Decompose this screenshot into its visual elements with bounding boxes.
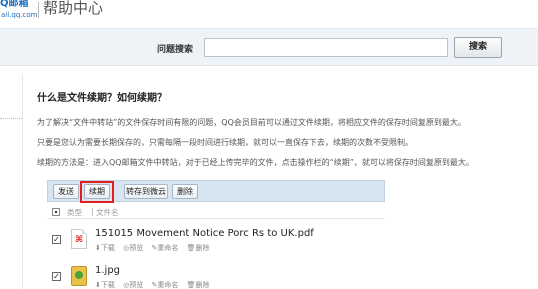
download-link[interactable]: ⬇下载: [95, 281, 115, 289]
save-to-cloud-button[interactable]: 转存到微云: [124, 184, 168, 199]
header-divider: [38, 2, 39, 18]
page-header: Q邮箱 ail.qq.com 帮助中心: [0, 0, 538, 22]
preview-link[interactable]: ◎预览: [123, 244, 143, 252]
file-checkbox[interactable]: ✓: [52, 235, 61, 244]
search-label: 问题搜索: [157, 45, 194, 55]
article-title: 什么是文件续期？如何续期？: [37, 93, 167, 104]
delete-button[interactable]: 删除: [172, 184, 198, 199]
file-actions: ⬇下载 ◎预览 ✎重命名 🗑删除: [95, 243, 215, 253]
image-file-icon: [71, 266, 87, 286]
send-button[interactable]: 发送: [53, 184, 79, 199]
pdf-file-icon: ⌘: [71, 229, 87, 249]
file-checkbox[interactable]: ✓: [52, 272, 61, 281]
select-all-checkbox[interactable]: [52, 208, 60, 216]
file-list-header: 类型 | 文件名: [47, 205, 385, 219]
article-paragraph: 只要是您认为需要长期保存的，只需每隔一段时间进行续期，就可以一直保存下去，续期的…: [37, 138, 413, 147]
flower-icon: [75, 271, 83, 279]
file-row[interactable]: ✓ ⌘ 151015 Movement Notice Porc Rs to UK…: [47, 225, 385, 259]
column-filename: 文件名: [96, 208, 119, 217]
article-paragraph: 为了解决“文件中转站”的文件保存时间有限的问题，QQ会员目前可以通过文件续期，将…: [37, 118, 466, 127]
column-separator: |: [91, 207, 94, 216]
search-input[interactable]: [204, 38, 448, 57]
left-dotted-separator: [0, 118, 22, 119]
logo-domain: ail.qq.com: [1, 11, 38, 19]
renew-highlight-box: [80, 181, 114, 203]
left-column-divider: [22, 74, 23, 289]
pdf-symbol-icon: ⌘: [74, 235, 84, 245]
qq-mail-logo[interactable]: Q邮箱 ail.qq.com: [0, 0, 38, 22]
search-button[interactable]: 搜索: [454, 37, 502, 58]
search-bar: 问题搜索 搜索: [0, 28, 538, 66]
file-row[interactable]: ✓ 1.jpg ⬇下载 ◎预览 ✎重命名 🗑删除: [47, 262, 385, 289]
page-title: 帮助中心: [43, 0, 104, 17]
file-name[interactable]: 151015 Movement Notice Porc Rs to UK.pdf: [95, 228, 314, 239]
file-actions: ⬇下载 ◎预览 ✎重命名 🗑删除: [95, 280, 215, 289]
rename-link[interactable]: ✎重命名: [151, 281, 178, 289]
preview-link[interactable]: ◎预览: [123, 281, 143, 289]
logo-text: Q邮箱: [0, 0, 29, 9]
download-link[interactable]: ⬇下载: [95, 244, 115, 252]
delete-link[interactable]: 🗑删除: [187, 281, 210, 289]
delete-link[interactable]: 🗑删除: [187, 244, 210, 252]
article-paragraph: 续期的方法是：进入QQ邮箱文件中转站，对于已经上传完毕的文件，点击操作栏的“续期…: [37, 158, 474, 167]
rename-link[interactable]: ✎重命名: [151, 244, 178, 252]
file-name[interactable]: 1.jpg: [95, 265, 120, 276]
file-station-screenshot: 发送 续期 转存到微云 删除 类型 | 文件名 ✓ ⌘ 151015 Movem…: [47, 180, 385, 289]
file-toolbar: 发送 续期 转存到微云 删除: [47, 180, 385, 203]
column-type: 类型: [67, 208, 82, 217]
